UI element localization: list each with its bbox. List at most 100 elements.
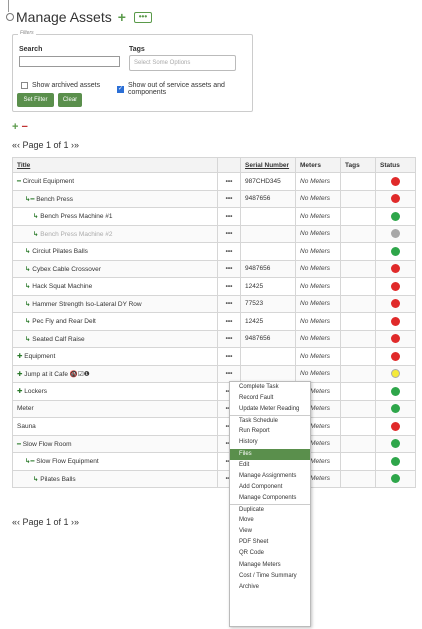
serial-column-header[interactable]: Serial Number bbox=[240, 157, 296, 173]
table-row[interactable]: ✚ Equipment ••• No Meters bbox=[12, 347, 416, 366]
asset-title-cell[interactable]: Sauna bbox=[12, 417, 218, 436]
context-menu-item[interactable]: View bbox=[230, 526, 310, 537]
asset-title-cell[interactable]: ↳ Seated Calf Raise bbox=[12, 329, 218, 348]
tree-branch-icon[interactable]: ↳ bbox=[25, 336, 30, 343]
row-actions-button[interactable]: ••• bbox=[217, 259, 241, 278]
clear-button[interactable]: Clear bbox=[58, 93, 82, 107]
context-menu-item[interactable]: Task Schedule bbox=[230, 415, 310, 426]
context-menu-item[interactable]: History bbox=[230, 437, 310, 448]
show-archived-checkbox[interactable]: Show archived assets bbox=[21, 82, 100, 89]
tree-branch-icon[interactable]: ↳ bbox=[33, 231, 38, 238]
asset-title-cell[interactable]: ━ Slow Flow Room bbox=[12, 434, 218, 453]
expand-all-icon[interactable]: + bbox=[12, 121, 18, 133]
table-row[interactable]: ↳━ Slow Flow Equipment•••No Meters bbox=[12, 452, 416, 471]
table-row[interactable]: ↳ Pilates Balls•••No Meters bbox=[12, 469, 416, 488]
table-row[interactable]: ↳ Bench Press Machine #2 ••• No Meters bbox=[12, 224, 416, 243]
tree-branch-icon[interactable]: ━ bbox=[17, 178, 21, 185]
asset-title[interactable]: Slow Flow Room bbox=[23, 441, 72, 448]
context-menu-item[interactable]: Files bbox=[230, 448, 310, 460]
asset-title[interactable]: Equipment bbox=[24, 353, 55, 360]
asset-title[interactable]: Pilates Balls bbox=[40, 476, 75, 483]
row-actions-button[interactable]: ••• bbox=[217, 207, 241, 226]
asset-title-cell[interactable]: ✚ Equipment bbox=[12, 347, 218, 366]
tree-branch-icon[interactable]: ↳ bbox=[25, 301, 30, 308]
set-filter-button[interactable]: Set Filter bbox=[17, 93, 54, 107]
table-row[interactable]: ↳ Hack Squat Machine ••• 12425 No Meters bbox=[12, 277, 416, 296]
tree-branch-icon[interactable]: ✚ bbox=[17, 353, 22, 360]
tree-branch-icon[interactable]: ↳ bbox=[33, 476, 38, 483]
checkbox-checked-icon[interactable]: ✓ bbox=[117, 85, 124, 93]
tree-branch-icon[interactable]: ↳ bbox=[25, 248, 30, 255]
table-row[interactable]: Sauna•••No Meters bbox=[12, 417, 416, 436]
asset-title[interactable]: Lockers bbox=[24, 388, 47, 395]
asset-title[interactable]: Bench Press bbox=[36, 196, 73, 203]
asset-title-cell[interactable]: ↳ Hammer Strength Iso-Lateral DY Row bbox=[12, 294, 218, 313]
asset-title-cell[interactable]: ↳ Hack Squat Machine bbox=[12, 277, 218, 296]
asset-title-cell[interactable]: Meter bbox=[12, 399, 218, 418]
tags-select[interactable]: Select Some Options bbox=[129, 55, 236, 71]
tree-branch-icon[interactable]: ↳━ bbox=[25, 196, 34, 203]
add-asset-button[interactable]: + bbox=[118, 10, 126, 24]
asset-title[interactable]: Bench Press Machine #1 bbox=[40, 213, 112, 220]
tree-branch-icon[interactable]: ↳ bbox=[25, 318, 30, 325]
row-actions-button[interactable]: ••• bbox=[217, 347, 241, 366]
show-out-of-service-checkbox[interactable]: ✓ Show out of service assets and compone… bbox=[117, 82, 252, 96]
asset-title-cell[interactable]: ↳ Pilates Balls bbox=[12, 469, 218, 488]
asset-title-cell[interactable]: ✚ Lockers bbox=[12, 382, 218, 401]
asset-title[interactable]: Seated Calf Raise bbox=[32, 336, 84, 343]
context-menu-item[interactable]: Archive bbox=[230, 582, 310, 593]
table-row[interactable]: ↳━ Bench Press ••• 9487656 No Meters bbox=[12, 189, 416, 208]
context-menu-item[interactable]: Update Meter Reading bbox=[230, 404, 310, 415]
tree-branch-icon[interactable]: ✚ bbox=[17, 388, 22, 395]
asset-title[interactable]: Hammer Strength Iso-Lateral DY Row bbox=[32, 301, 141, 308]
more-actions-button[interactable]: ••• bbox=[133, 11, 152, 23]
row-actions-button[interactable]: ••• bbox=[217, 224, 241, 243]
asset-title[interactable]: Meter bbox=[17, 405, 34, 412]
context-menu-item[interactable]: QR Code bbox=[230, 548, 310, 559]
asset-title-cell[interactable]: ↳ Cybex Cable Crossover bbox=[12, 259, 218, 278]
table-row[interactable]: ✚ Jump at it Cafe 🚳☑❶ ••• No Meters bbox=[12, 364, 416, 383]
pager-bottom[interactable]: «‹ Page 1 of 1 ›» bbox=[12, 517, 79, 527]
asset-title[interactable]: Bench Press Machine #2 bbox=[40, 231, 112, 238]
context-menu-item[interactable]: Edit bbox=[230, 460, 310, 471]
tree-branch-icon[interactable]: ↳━ bbox=[25, 458, 34, 465]
search-input[interactable] bbox=[19, 56, 120, 67]
table-row[interactable]: ↳ Hammer Strength Iso-Lateral DY Row ••• 7… bbox=[12, 294, 416, 313]
asset-title-cell[interactable]: ↳ Bench Press Machine #2 bbox=[12, 224, 218, 243]
context-menu-item[interactable]: Duplicate bbox=[230, 504, 310, 515]
context-menu-item[interactable]: Manage Meters bbox=[230, 560, 310, 571]
tree-branch-icon[interactable]: ✚ bbox=[17, 371, 22, 378]
table-row[interactable]: ━ Circuit Equipment ••• 987CHD345 No Meters bbox=[12, 172, 416, 191]
asset-title[interactable]: Hack Squat Machine bbox=[32, 283, 92, 290]
tree-branch-icon[interactable]: ↳ bbox=[25, 283, 30, 290]
asset-title[interactable]: Circuit Equipment bbox=[23, 178, 74, 185]
context-menu-item[interactable]: Manage Components bbox=[230, 493, 310, 504]
table-row[interactable]: ↳ Circiut Pilates Balls ••• No Meters bbox=[12, 242, 416, 261]
asset-title-cell[interactable]: ↳ Circiut Pilates Balls bbox=[12, 242, 218, 261]
context-menu-item[interactable]: Complete Task bbox=[230, 382, 310, 393]
row-actions-button[interactable]: ••• bbox=[217, 277, 241, 296]
context-menu-item[interactable]: Record Fault bbox=[230, 393, 310, 404]
table-row[interactable]: ↳ Cybex Cable Crossover ••• 9487656 No Mete… bbox=[12, 259, 416, 278]
row-actions-button[interactable]: ••• bbox=[217, 329, 241, 348]
asset-title[interactable]: Sauna bbox=[17, 423, 36, 430]
context-menu-item[interactable]: Cost / Time Summary bbox=[230, 571, 310, 582]
tree-branch-icon[interactable]: ↳ bbox=[25, 266, 30, 273]
row-actions-button[interactable]: ••• bbox=[217, 172, 241, 191]
asset-title[interactable]: Pec Fly and Rear Delt bbox=[32, 318, 96, 325]
asset-title-cell[interactable]: ↳ Pec Fly and Rear Delt bbox=[12, 312, 218, 331]
row-actions-button[interactable]: ••• bbox=[217, 242, 241, 261]
checkbox-unchecked-icon[interactable] bbox=[21, 82, 28, 89]
asset-title[interactable]: Cybex Cable Crossover bbox=[32, 266, 101, 273]
tree-branch-icon[interactable]: ↳ bbox=[33, 213, 38, 220]
asset-title-cell[interactable]: ✚ Jump at it Cafe 🚳☑❶ bbox=[12, 364, 218, 383]
context-menu-item[interactable]: Move bbox=[230, 515, 310, 526]
row-actions-button[interactable]: ••• bbox=[217, 364, 241, 383]
asset-title-cell[interactable]: ↳━ Slow Flow Equipment bbox=[12, 452, 218, 471]
row-actions-button[interactable]: ••• bbox=[217, 294, 241, 313]
table-row[interactable]: Meter•••No Meters bbox=[12, 399, 416, 418]
collapse-all-icon[interactable]: − bbox=[22, 121, 28, 133]
pager-top[interactable]: «‹ Page 1 of 1 ›» bbox=[12, 140, 79, 150]
asset-title[interactable]: Jump at it Cafe 🚳☑❶ bbox=[24, 371, 89, 378]
asset-title-cell[interactable]: ↳ Bench Press Machine #1 bbox=[12, 207, 218, 226]
